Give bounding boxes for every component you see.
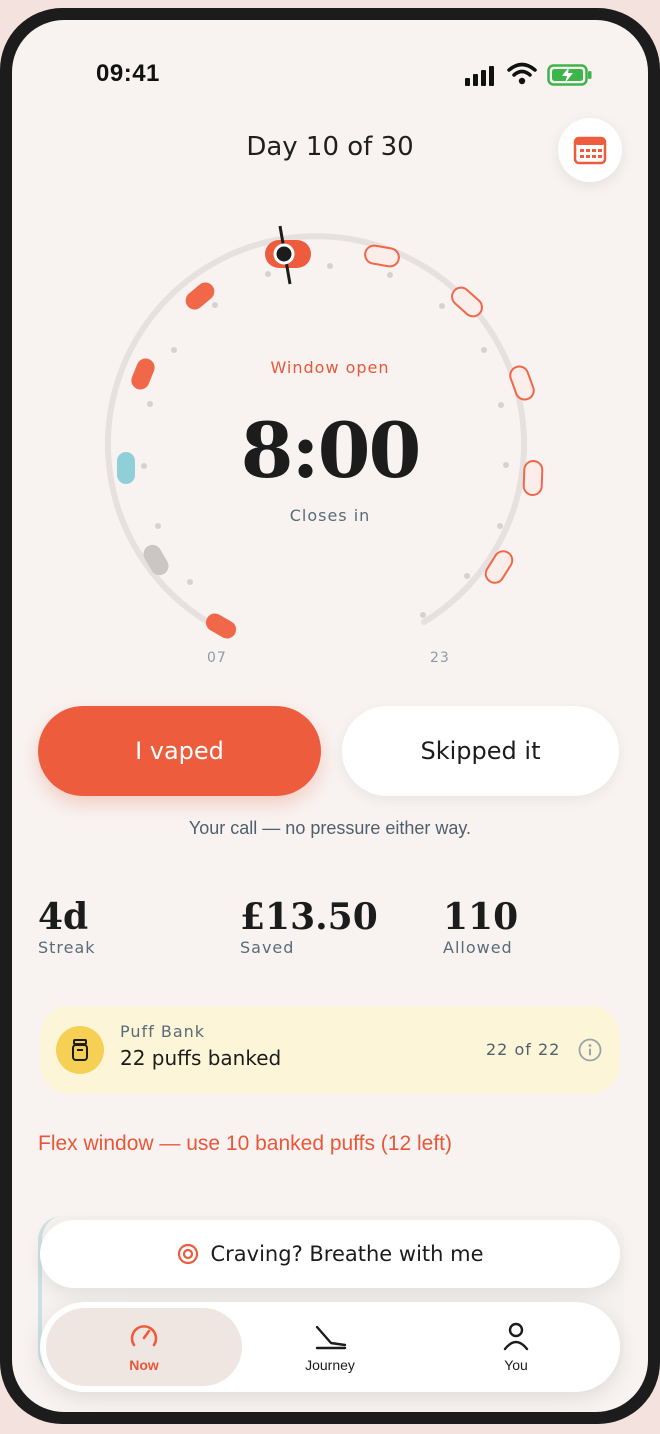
calendar-icon bbox=[573, 136, 607, 165]
dial-end-label: 23 bbox=[430, 650, 450, 666]
gauge-icon bbox=[130, 1325, 158, 1347]
stat-value: 110 bbox=[443, 896, 519, 938]
dial-start-label: 07 bbox=[207, 650, 227, 666]
page-title: Day 10 of 30 bbox=[246, 132, 414, 162]
tab-label: Journey bbox=[305, 1357, 355, 1373]
window-status: Window open bbox=[270, 358, 390, 377]
tab-journey[interactable]: Journey bbox=[232, 1308, 428, 1386]
flex-window-link[interactable]: Flex window — use 10 banked puffs (12 le… bbox=[38, 1132, 452, 1156]
stat-label: Allowed bbox=[443, 938, 513, 957]
tab-label: Now bbox=[129, 1357, 159, 1373]
tab-bar: Now Journey You bbox=[40, 1302, 620, 1392]
craving-label: Craving? Breathe with me bbox=[210, 1242, 484, 1266]
countdown-timer: 8:00 bbox=[240, 406, 422, 495]
stat-label: Saved bbox=[240, 938, 295, 957]
person-icon bbox=[503, 1322, 529, 1351]
timer-caption: Closes in bbox=[289, 506, 371, 525]
stat-saved: £13.50 Saved bbox=[240, 896, 378, 957]
puff-bank-value: 22 puffs banked bbox=[120, 1046, 282, 1070]
stat-allowed: 110 Allowed bbox=[443, 896, 518, 957]
now-marker bbox=[273, 225, 295, 285]
calendar-button[interactable] bbox=[558, 118, 622, 182]
stat-label: Streak bbox=[38, 938, 96, 957]
puff-bank-card[interactable]: Puff Bank 22 puffs banked 22 of 22 bbox=[40, 1006, 620, 1094]
device-frame: 09:41 Day 10 of 30 Window open 8:00 Clos… bbox=[0, 8, 660, 1424]
craving-breathe-button[interactable]: Craving? Breathe with me bbox=[40, 1220, 620, 1288]
stat-streak: 4d Streak bbox=[38, 896, 96, 957]
puff-bank-count: 22 of 22 bbox=[486, 1040, 561, 1059]
i-vaped-button[interactable]: I vaped bbox=[38, 706, 321, 796]
stat-value: £13.50 bbox=[240, 896, 378, 938]
used-puff-segment bbox=[205, 613, 237, 639]
wifi-icon bbox=[507, 62, 537, 85]
jar-icon bbox=[56, 1026, 104, 1074]
status-time: 09:41 bbox=[96, 60, 160, 87]
tab-you[interactable]: You bbox=[418, 1308, 614, 1386]
breathe-target-icon bbox=[177, 1243, 198, 1265]
tab-label: You bbox=[504, 1357, 528, 1373]
upcoming-segment bbox=[484, 550, 514, 584]
upcoming-segment bbox=[364, 244, 400, 268]
app-screen: 09:41 Day 10 of 30 Window open 8:00 Clos… bbox=[12, 20, 648, 1412]
skipped-it-button[interactable]: Skipped it bbox=[342, 706, 619, 796]
signal-icon bbox=[465, 66, 494, 86]
stat-value: 4d bbox=[38, 896, 89, 938]
puff-bank-title: Puff Bank bbox=[120, 1022, 206, 1041]
tab-now[interactable]: Now bbox=[46, 1308, 242, 1386]
battery-charging-icon bbox=[547, 64, 592, 86]
journey-icon bbox=[315, 1325, 347, 1350]
info-icon[interactable] bbox=[578, 1038, 602, 1062]
pressure-note: Your call — no pressure either way. bbox=[188, 818, 472, 838]
